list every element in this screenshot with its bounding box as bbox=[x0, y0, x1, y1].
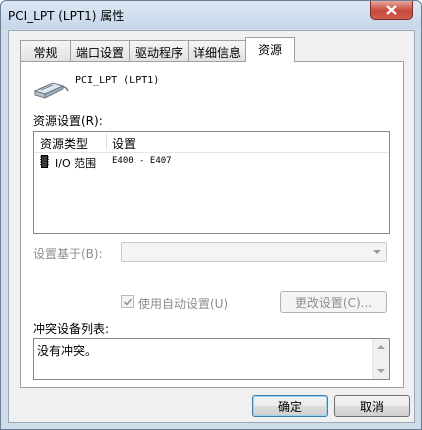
setting-cell: E400 - E407 bbox=[112, 156, 172, 166]
conflicting-devices-label: 冲突设备列表: bbox=[33, 322, 110, 336]
close-icon bbox=[386, 5, 397, 15]
close-button[interactable] bbox=[370, 1, 413, 20]
column-header-resource-type[interactable]: 资源类型 bbox=[40, 135, 88, 152]
checkmark-icon bbox=[123, 298, 133, 306]
tab-label: 驱动程序 bbox=[134, 46, 183, 60]
conflicting-devices-text: 没有冲突。 bbox=[37, 344, 98, 358]
use-automatic-settings-label: 使用自动设置(U) bbox=[138, 297, 229, 311]
window-title: PCI_LPT (LPT1) 属性 bbox=[8, 9, 125, 23]
scroll-down-icon[interactable] bbox=[377, 369, 385, 373]
io-chip-icon bbox=[40, 155, 49, 168]
setting-based-on-dropdown[interactable] bbox=[121, 242, 387, 262]
conflicting-devices-textbox[interactable]: 没有冲突。 bbox=[33, 338, 390, 380]
scroll-up-icon[interactable] bbox=[377, 345, 385, 349]
tab-port-settings[interactable]: 端口设置 bbox=[70, 40, 130, 61]
use-automatic-settings-checkbox[interactable] bbox=[121, 295, 134, 308]
properties-dialog: PCI_LPT (LPT1) 属性 常规 端口设置 驱动程序 详细信息 资源 P… bbox=[0, 0, 422, 430]
ok-button[interactable]: 确定 bbox=[252, 395, 328, 417]
column-header-setting[interactable]: 设置 bbox=[112, 135, 136, 152]
vertical-scrollbar[interactable] bbox=[372, 339, 389, 379]
resource-type-cell: I/O 范围 bbox=[55, 157, 97, 170]
setting-based-on-label: 设置基于(B): bbox=[33, 247, 103, 261]
tab-label: 常规 bbox=[33, 46, 58, 60]
tab-general[interactable]: 常规 bbox=[20, 40, 71, 61]
column-separator[interactable] bbox=[106, 134, 107, 150]
tab-label: 资源 bbox=[257, 43, 282, 57]
dialog-client-area: 常规 端口设置 驱动程序 详细信息 资源 PCI_LPT (LPT1) 资源设置… bbox=[8, 30, 415, 423]
tab-label: 端口设置 bbox=[75, 46, 124, 60]
device-name: PCI_LPT (LPT1) bbox=[75, 75, 160, 86]
cancel-button[interactable]: 取消 bbox=[334, 395, 410, 417]
list-header: 资源类型 设置 bbox=[34, 132, 389, 153]
change-settings-button[interactable]: 更改设置(C)... bbox=[280, 291, 387, 313]
title-bar[interactable]: PCI_LPT (LPT1) 属性 bbox=[1, 1, 421, 29]
resource-settings-list[interactable]: 资源类型 设置 I/O 范围 E400 - E407 bbox=[33, 131, 390, 234]
table-row[interactable]: I/O 范围 E400 - E407 bbox=[36, 154, 386, 170]
tab-driver[interactable]: 驱动程序 bbox=[129, 40, 189, 61]
resource-settings-label: 资源设置(R): bbox=[33, 114, 103, 128]
tab-label: 详细信息 bbox=[192, 46, 241, 60]
resources-tab-page: PCI_LPT (LPT1) 资源设置(R): 资源类型 设置 I/O 范围 E… bbox=[20, 61, 404, 388]
tab-details[interactable]: 详细信息 bbox=[188, 40, 246, 61]
tab-resources[interactable]: 资源 bbox=[245, 37, 295, 62]
parallel-port-cable-icon bbox=[33, 82, 69, 99]
chevron-down-icon bbox=[373, 250, 381, 254]
